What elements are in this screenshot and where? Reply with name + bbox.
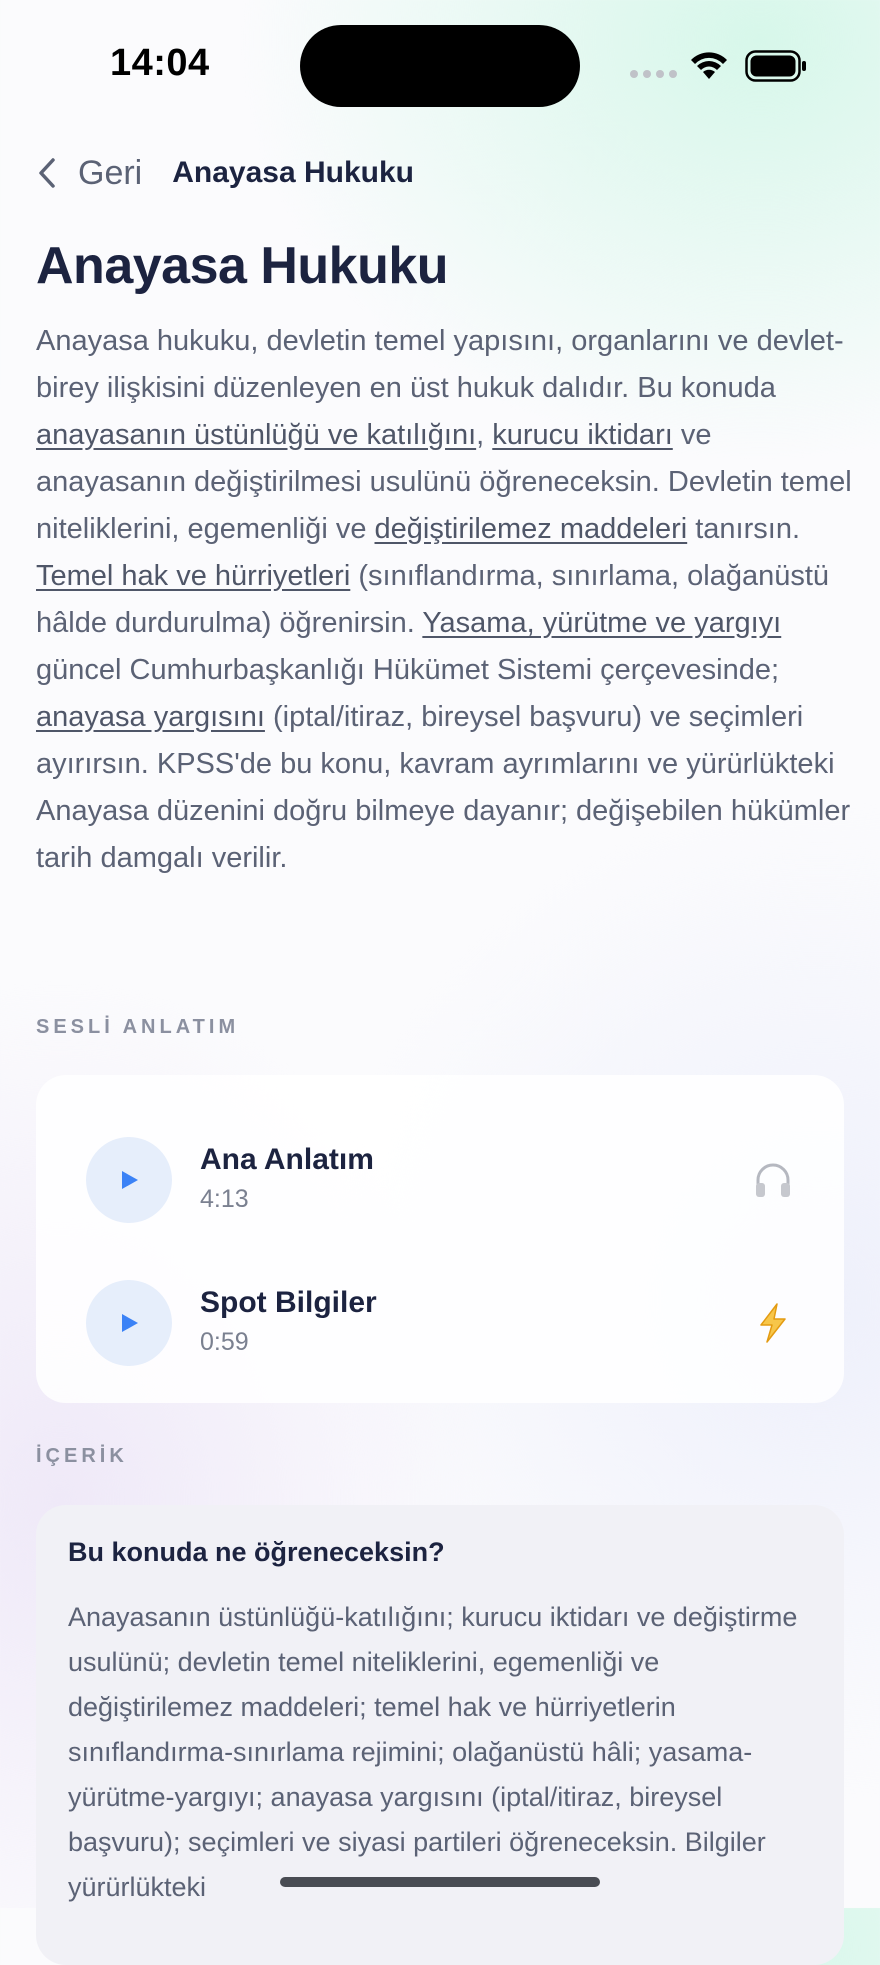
back-button[interactable]: Geri [36, 154, 142, 193]
play-button[interactable] [86, 1280, 172, 1366]
battery-icon [745, 50, 806, 82]
content-text: Anayasanın üstünlüğü-katılığını; kurucu … [68, 1602, 798, 1902]
audio-duration: 0:59 [200, 1328, 249, 1356]
audio-title: Spot Bilgiler [200, 1286, 377, 1319]
intro-text: güncel Cumhurbaşkanlığı Hükümet Sistemi … [36, 654, 780, 686]
home-indicator [280, 1877, 600, 1887]
intro-link[interactable]: değiştirilemez maddeleri [375, 513, 688, 545]
audio-duration: 4:13 [200, 1185, 249, 1213]
content-card: Bu konuda ne öğreneceksin? Anayasanın üs… [36, 1505, 844, 1965]
intro-link[interactable]: Yasama, yürütme ve yargıyı [422, 607, 781, 639]
section-label-content: İÇERİK [36, 1445, 128, 1467]
audio-card: Ana Anlatım 4:13 Spot Bilgiler 0:59 [36, 1075, 844, 1403]
intro-paragraph: Anayasa hukuku, devletin temel yapısını,… [36, 318, 856, 882]
page-title: Anayasa Hukuku [36, 237, 449, 295]
lightning-icon [760, 1303, 786, 1343]
chevron-left-icon [39, 158, 55, 188]
audio-title: Ana Anlatım [200, 1143, 374, 1176]
intro-link[interactable]: kurucu iktidarı [492, 419, 673, 451]
back-label: Geri [78, 153, 143, 192]
play-button[interactable] [86, 1137, 172, 1223]
headphones-icon [756, 1163, 790, 1197]
play-icon [122, 1314, 138, 1332]
intro-link[interactable]: anayasa yargısını [36, 701, 265, 733]
intro-text: tanırsın. [687, 513, 801, 545]
intro-text: Anayasa hukuku, devletin temel yapısını,… [36, 325, 844, 404]
wifi-icon [691, 52, 727, 79]
intro-link[interactable]: Temel hak ve hürriyetleri [36, 560, 350, 592]
intro-link[interactable]: anayasanın üstünlüğü ve katılığını [36, 419, 476, 451]
content-heading: Bu konuda ne öğreneceksin? [68, 1537, 445, 1567]
play-icon [122, 1171, 138, 1189]
audio-item-main[interactable]: Ana Anlatım 4:13 [36, 1125, 844, 1235]
section-label-audio: SESLİ ANLATIM [36, 1016, 240, 1038]
intro-text: , [476, 419, 493, 451]
navigation-bar: Geri Anayasa Hukuku [36, 148, 414, 198]
audio-item-spot[interactable]: Spot Bilgiler 0:59 [36, 1268, 844, 1378]
cellular-signal-icon [630, 70, 677, 78]
status-time: 14:04 [110, 42, 210, 84]
nav-title: Anayasa Hukuku [172, 156, 414, 189]
dynamic-island [300, 25, 580, 107]
status-bar: 14:04 [0, 0, 880, 130]
